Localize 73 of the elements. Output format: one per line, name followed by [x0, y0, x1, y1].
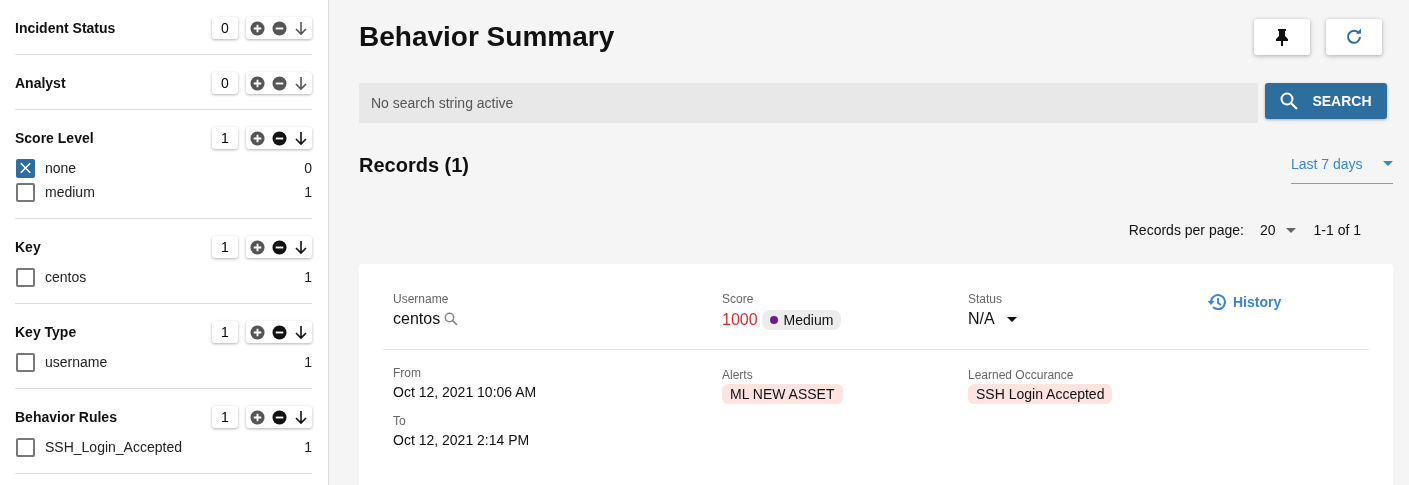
down-arrow-icon	[294, 20, 308, 36]
down-arrow-icon	[294, 130, 308, 146]
score-level-badge: Medium	[761, 310, 842, 330]
field-label: To	[393, 414, 407, 428]
search-icon	[1280, 92, 1299, 110]
refresh-icon	[1345, 28, 1363, 46]
down-arrow-icon	[294, 324, 308, 340]
plus-icon	[249, 75, 265, 91]
filter-option-count: 1	[304, 184, 312, 200]
plus-icon	[249, 324, 265, 340]
filter-option-label: username	[45, 354, 109, 370]
rows-per-page-label: Records per page:	[1128, 222, 1244, 238]
down-arrow-icon	[294, 409, 308, 425]
pagination-range: 1-1 of 1	[1313, 222, 1361, 238]
checkbox[interactable]	[16, 352, 35, 372]
search-button[interactable]: SEARCH	[1265, 83, 1387, 119]
filter-option-label: SSH_Login_Accepted	[45, 439, 183, 455]
filter-count: 1	[212, 127, 238, 149]
history-icon	[1207, 292, 1227, 312]
date-value: Oct 12, 2021 2:14 PM	[393, 432, 531, 448]
filter-group-title: Analyst	[15, 75, 67, 91]
down-arrow-icon	[294, 75, 308, 91]
filter-option-count: 1	[304, 439, 312, 455]
records-heading: Records (1)	[359, 153, 471, 177]
date-value: Oct 12, 2021 10:06 AM	[393, 384, 538, 400]
checkbox[interactable]	[16, 267, 35, 287]
plus-icon	[249, 20, 265, 36]
score-value: 1000	[722, 311, 758, 329]
field-label: Username	[393, 292, 450, 306]
learned-tag: SSH Login Accepted	[968, 384, 1113, 404]
down-arrow-icon	[294, 239, 308, 255]
time-range-dropdown[interactable]: Last 7 days	[1291, 146, 1393, 184]
plus-icon	[249, 409, 265, 425]
filter-count: 0	[212, 72, 238, 94]
checkbox[interactable]	[16, 158, 35, 178]
filter-option-label: centos	[45, 269, 88, 285]
checkbox[interactable]	[16, 437, 35, 457]
dropdown-caret-icon	[1383, 161, 1393, 166]
checkbox[interactable]	[16, 182, 35, 202]
search-field[interactable]: No search string active	[359, 83, 1258, 123]
filter-count: 0	[212, 17, 238, 39]
field-label: Status	[968, 292, 1004, 306]
username-value: centos	[393, 310, 441, 328]
field-label: From	[393, 366, 422, 380]
dropdown-caret-icon	[1006, 316, 1017, 322]
plus-icon	[249, 130, 265, 146]
field-label: Alerts	[722, 368, 754, 382]
filter-count: 1	[212, 321, 238, 343]
filter-option-label: medium	[45, 184, 96, 200]
history-link[interactable]: History	[1207, 292, 1282, 312]
filter-group-title: Behavior Rules	[15, 409, 118, 425]
pin-button[interactable]	[1254, 19, 1310, 55]
filter-group-title: Key	[15, 239, 42, 255]
filter-group-title: Incident Status	[15, 20, 117, 36]
field-label: Learned Occurance	[968, 368, 1075, 382]
alert-tag: ML NEW ASSET	[722, 384, 843, 404]
filter-count: 1	[212, 236, 238, 258]
filter-group-title: Key Type	[15, 324, 78, 340]
page-title: Behavior Summary	[359, 21, 616, 53]
field-label: Score	[722, 292, 755, 306]
rows-per-page-select[interactable]: 20	[1259, 222, 1276, 238]
refresh-button[interactable]	[1326, 19, 1382, 55]
filter-option-count: 1	[304, 354, 312, 370]
plus-icon	[249, 239, 265, 255]
filter-option-count: 0	[304, 160, 312, 176]
filter-option-label: none	[45, 160, 78, 176]
dropdown-caret-icon	[1285, 227, 1296, 233]
filter-count: 1	[212, 406, 238, 428]
filter-group-title: Score Level	[15, 130, 95, 146]
search-icon[interactable]	[444, 312, 459, 326]
status-dropdown[interactable]: N/A	[968, 310, 1017, 328]
filter-option-count: 1	[304, 269, 312, 285]
pin-icon	[1275, 28, 1289, 46]
